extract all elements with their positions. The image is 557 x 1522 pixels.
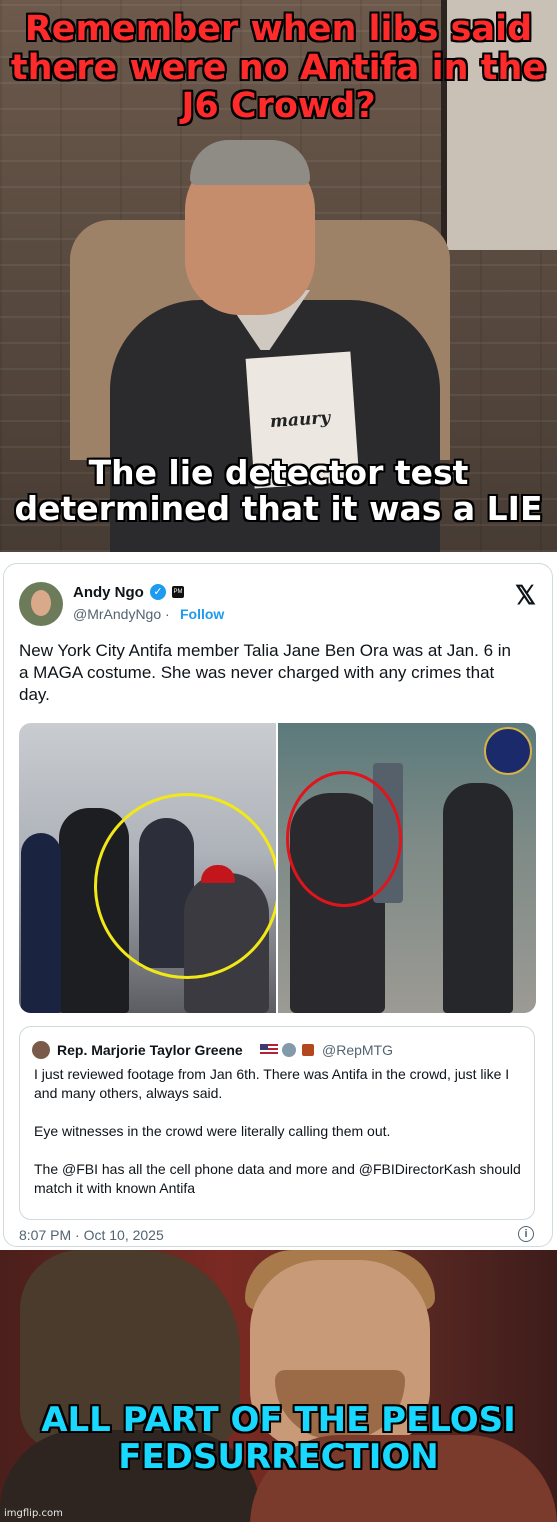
red-highlight-circle xyxy=(286,771,402,907)
commuter-figure xyxy=(443,783,513,1013)
verified-badge-icon: ✓ xyxy=(150,584,166,600)
author-handle[interactable]: @MrAndyNgo · xyxy=(73,606,170,622)
author-handle-text[interactable]: @MrAndyNgo xyxy=(73,606,161,622)
imgflip-watermark: imgflip.com xyxy=(4,1508,63,1519)
tweet-card: Andy Ngo ✓ PM @MrAndyNgo · Follow 𝕏 New … xyxy=(3,563,553,1247)
quoted-author-name: Rep. Marjorie Taylor Greene xyxy=(57,1042,243,1058)
follow-button[interactable]: Follow xyxy=(180,606,224,622)
bottom-meme-caption: ALL PART OF THE PELOSI FEDSURRECTION xyxy=(41,1400,516,1478)
quoted-paragraph: Eye witnesses in the crowd were literall… xyxy=(34,1123,391,1139)
crowd-photo[interactable] xyxy=(19,723,276,1013)
nypd-badge-icon xyxy=(484,727,532,775)
quoted-author-handle: @RepMTG xyxy=(322,1042,393,1058)
top-caption: Remember when libs said there were no An… xyxy=(10,9,547,126)
quoted-paragraph: I just reviewed footage from Jan 6th. Th… xyxy=(34,1066,510,1101)
yellow-highlight-circle xyxy=(94,793,276,979)
police-officer-figure xyxy=(21,833,61,1013)
affiliation-badge-icon xyxy=(302,1044,314,1056)
author-name[interactable]: Andy Ngo xyxy=(73,584,144,601)
us-flag-icon xyxy=(260,1044,278,1056)
affiliation-badge-icon: PM xyxy=(172,586,184,598)
quoted-tweet-body: I just reviewed footage from Jan 6th. Th… xyxy=(34,1065,524,1217)
host-hair xyxy=(190,140,310,185)
info-icon[interactable]: i xyxy=(518,1226,534,1242)
verified-badge-icon xyxy=(282,1043,296,1057)
quoted-author-avatar xyxy=(32,1041,50,1059)
subway-photo[interactable] xyxy=(278,723,536,1013)
card-logo: maury xyxy=(269,407,331,433)
tweet-panel: Andy Ngo ✓ PM @MrAndyNgo · Follow 𝕏 New … xyxy=(0,560,557,1248)
tweet-timestamp[interactable]: 8:07 PM · Oct 10, 2025 xyxy=(19,1227,164,1243)
quoted-tweet[interactable]: Rep. Marjorie Taylor Greene @RepMTG I ju… xyxy=(19,1026,535,1220)
bottom-meme-panel xyxy=(0,1250,557,1522)
handle-separator: · xyxy=(165,606,170,622)
x-logo-icon[interactable]: 𝕏 xyxy=(515,580,536,611)
quoted-paragraph: The @FBI has all the cell phone data and… xyxy=(34,1161,521,1196)
tweet-body: New York City Antifa member Talia Jane B… xyxy=(19,641,511,704)
author-avatar[interactable] xyxy=(19,582,63,626)
bottom-caption: The lie detector test determined that it… xyxy=(14,453,543,529)
